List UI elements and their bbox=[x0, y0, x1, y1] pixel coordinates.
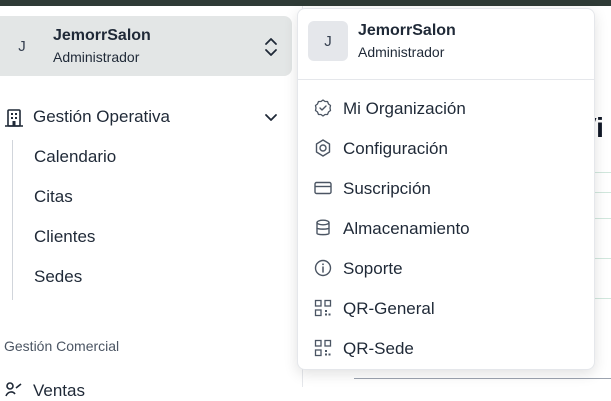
sidebar-item-sedes[interactable]: Sedes bbox=[34, 267, 82, 287]
sidebar-item-ventas[interactable]: Ventas bbox=[4, 376, 204, 400]
menu-item-label: Almacenamiento bbox=[343, 219, 470, 238]
section-title-gestion-comercial: Gestión Comercial bbox=[4, 338, 120, 354]
credit-card-icon bbox=[313, 178, 333, 198]
account-role: Administrador bbox=[358, 44, 445, 60]
menu-item-suscripcion[interactable]: Suscripción bbox=[298, 173, 594, 203]
info-icon bbox=[313, 258, 333, 278]
sidebar-item-clientes[interactable]: Clientes bbox=[34, 227, 95, 247]
sidebar-item-calendario[interactable]: Calendario bbox=[34, 147, 116, 167]
menu-item-label: QR-General bbox=[343, 299, 435, 318]
account-name: JemorrSalon bbox=[53, 27, 151, 44]
building-icon bbox=[4, 108, 24, 128]
menu-item-soporte[interactable]: Soporte bbox=[298, 253, 594, 283]
sidebar-item-citas[interactable]: Citas bbox=[34, 187, 73, 207]
menu-item-label: Configuración bbox=[343, 139, 448, 158]
avatar: J bbox=[308, 21, 348, 61]
sidebar-item-label: Ventas bbox=[33, 381, 85, 400]
nav-group-gestion-operativa[interactable]: Gestión Operativa bbox=[0, 104, 292, 132]
menu-item-label: Soporte bbox=[343, 259, 403, 278]
chevron-down-icon bbox=[263, 110, 279, 126]
badge-check-icon bbox=[313, 98, 333, 118]
nav-group-label: Gestión Operativa bbox=[33, 107, 171, 126]
sidebar: J JemorrSalon Administrador Gestión Oper… bbox=[0, 6, 303, 400]
menu-item-qr-sede[interactable]: QR-Sede bbox=[298, 333, 594, 363]
database-icon bbox=[313, 218, 333, 238]
qr-icon bbox=[313, 338, 333, 358]
account-name: JemorrSalon bbox=[358, 22, 456, 39]
avatar: J bbox=[18, 37, 26, 55]
chevrons-up-down-icon bbox=[262, 36, 280, 58]
menu-item-qr-general[interactable]: QR-General bbox=[298, 293, 594, 323]
nav-submenu: Calendario Citas Clientes Sedes bbox=[12, 140, 212, 300]
menu-item-configuracion[interactable]: Configuración bbox=[298, 133, 594, 163]
menu-item-label: QR-Sede bbox=[343, 339, 414, 358]
menu-item-almacenamiento[interactable]: Almacenamiento bbox=[298, 213, 594, 243]
divider bbox=[354, 378, 611, 379]
divider bbox=[298, 79, 594, 80]
account-switcher[interactable]: J JemorrSalon Administrador bbox=[0, 16, 292, 76]
sales-icon bbox=[4, 380, 24, 400]
account-dropdown-menu: J JemorrSalon Administrador Mi Organizac… bbox=[297, 8, 595, 370]
settings-icon bbox=[313, 138, 333, 158]
account-role: Administrador bbox=[53, 49, 140, 65]
qr-icon bbox=[313, 298, 333, 318]
menu-item-label: Mi Organización bbox=[343, 99, 466, 118]
menu-item-label: Suscripción bbox=[343, 179, 431, 198]
menu-item-mi-organizacion[interactable]: Mi Organización bbox=[298, 93, 594, 123]
